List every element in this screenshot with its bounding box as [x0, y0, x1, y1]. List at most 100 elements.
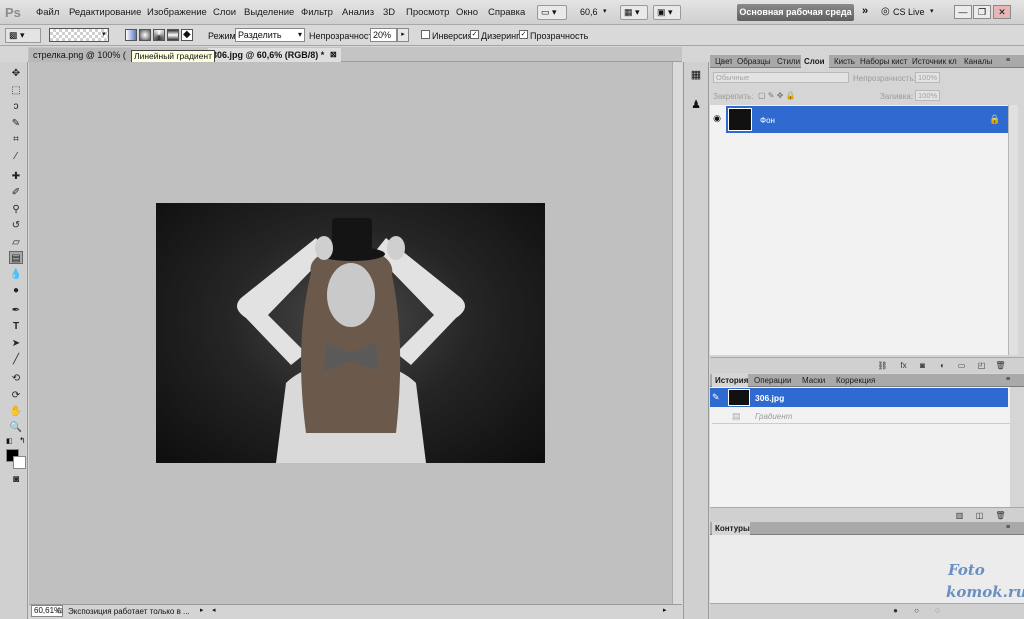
crop-tool-icon[interactable]: ⌗: [9, 133, 23, 146]
gradient-tool-icon[interactable]: ▤: [9, 251, 23, 264]
restore-button[interactable]: ❐: [973, 5, 991, 19]
zoom-tool-icon[interactable]: 🔍: [9, 421, 23, 434]
trash-icon[interactable]: 🗑: [995, 361, 1006, 371]
hscroll-right-icon[interactable]: ▸: [663, 606, 667, 614]
menu-edit[interactable]: Редактирование: [69, 7, 141, 18]
move-tool-icon[interactable]: ✥: [9, 67, 23, 80]
status-arrow-icon[interactable]: ▸: [200, 606, 204, 614]
link-icon[interactable]: ⛓: [877, 361, 888, 371]
layers-scrollbar[interactable]: [1008, 105, 1018, 355]
menu-analysis[interactable]: Анализ: [342, 7, 374, 18]
lasso-tool-icon[interactable]: ↄ: [9, 100, 23, 113]
close-tab-icon[interactable]: ⊠: [330, 48, 337, 62]
pen-tool-icon[interactable]: ✒: [9, 304, 23, 317]
swap-colors-icon[interactable]: ↰: [19, 436, 26, 445]
tab-brush[interactable]: Кисть: [831, 55, 857, 68]
opacity-input[interactable]: 20%: [370, 28, 397, 42]
tab-clone-source[interactable]: Источник кл: [909, 55, 961, 68]
tab-paths[interactable]: Контуры: [712, 522, 750, 535]
gradient-swatch[interactable]: [49, 28, 109, 42]
menu-file[interactable]: Файл: [36, 7, 59, 18]
vertical-scrollbar[interactable]: [672, 62, 682, 604]
menu-image[interactable]: Изображение: [147, 7, 207, 18]
hscroll-left-icon[interactable]: ◂: [212, 606, 216, 614]
angle-gradient-button[interactable]: [153, 29, 165, 41]
menu-view[interactable]: Просмотр: [406, 7, 449, 18]
fill-path-icon[interactable]: ●: [890, 606, 901, 616]
linear-gradient-button[interactable]: [125, 29, 137, 41]
menu-select[interactable]: Выделение: [244, 7, 294, 18]
marquee-tool-icon[interactable]: ⬚: [9, 84, 23, 97]
line-tool-icon[interactable]: ╱: [9, 353, 23, 366]
lock-icons[interactable]: ▢ ✎ ✥ 🔒: [758, 91, 796, 100]
3d-orbit-tool-icon[interactable]: ⟳: [9, 389, 23, 402]
reflected-gradient-button[interactable]: [167, 29, 179, 41]
stroke-path-icon[interactable]: ○: [911, 606, 922, 616]
gradient-dropdown-icon[interactable]: ▾: [102, 30, 106, 38]
history-dock-icon[interactable]: ▦: [689, 68, 703, 82]
panel-menu-icon[interactable]: ≡: [1006, 57, 1010, 64]
cslive-dropdown-icon[interactable]: ▾: [930, 7, 934, 15]
quick-mask-icon[interactable]: ◙: [9, 473, 23, 486]
minimize-button[interactable]: —: [954, 5, 972, 19]
workspace-button[interactable]: Основная рабочая среда: [737, 4, 854, 21]
menu-window[interactable]: Окно: [456, 7, 478, 18]
eraser-tool-icon[interactable]: ▱: [9, 236, 23, 249]
tab-masks[interactable]: Маски: [799, 374, 829, 387]
background-color[interactable]: [13, 456, 26, 469]
history-menu-icon[interactable]: ≡: [1006, 376, 1010, 383]
menu-filter[interactable]: Фильтр: [301, 7, 333, 18]
adjustment-icon[interactable]: ◐: [937, 361, 948, 371]
tab-brush-presets[interactable]: Наборы кист: [857, 55, 909, 68]
new-layer-icon[interactable]: ◰: [976, 361, 987, 371]
inverse-checkbox[interactable]: [421, 30, 430, 39]
radial-gradient-button[interactable]: [139, 29, 151, 41]
3d-rotate-tool-icon[interactable]: ⟲: [9, 372, 23, 385]
paths-menu-icon[interactable]: ≡: [1006, 524, 1010, 531]
tab-styles[interactable]: Стили: [774, 55, 801, 68]
arrange-docs-button[interactable]: ▦ ▾: [620, 5, 648, 20]
diamond-gradient-button[interactable]: ◆: [181, 29, 193, 41]
tab-adjustments[interactable]: Коррекция: [833, 374, 881, 387]
quick-select-tool-icon[interactable]: ✎: [9, 117, 23, 130]
fx-icon[interactable]: fx: [898, 361, 909, 371]
screen-mode-button[interactable]: ▭ ▾: [537, 5, 567, 20]
new-document-icon[interactable]: ▥: [954, 511, 965, 521]
cslive-button[interactable]: CS Live: [893, 7, 925, 17]
folder-icon[interactable]: ▭: [956, 361, 967, 371]
healing-brush-tool-icon[interactable]: ✚: [9, 170, 23, 183]
zoom-level[interactable]: 60,6: [580, 7, 598, 17]
type-tool-icon[interactable]: T: [9, 320, 23, 333]
opacity-slider-arrow[interactable]: ▸: [397, 28, 409, 42]
double-chevron-icon[interactable]: »: [862, 5, 868, 17]
mode-select[interactable]: Разделить ▾: [235, 28, 305, 42]
tab-swatches[interactable]: Образцы: [734, 55, 774, 68]
blur-tool-icon[interactable]: 💧: [9, 268, 23, 281]
menu-3d[interactable]: 3D: [383, 7, 395, 18]
tab-actions[interactable]: Операции: [751, 374, 795, 387]
mask-icon[interactable]: ◙: [917, 361, 928, 371]
hand-tool-icon[interactable]: ✋: [9, 405, 23, 418]
screen-view-button[interactable]: ▣ ▾: [653, 5, 681, 20]
tab-arrow-png[interactable]: стрелка.png @ 100% (: [29, 48, 131, 62]
menu-help[interactable]: Справка: [488, 7, 525, 18]
tab-history[interactable]: История: [712, 374, 748, 387]
transparency-checkbox[interactable]: ✓: [519, 30, 528, 39]
tab-layers[interactable]: Слои: [801, 55, 829, 68]
history-brush-tool-icon[interactable]: ↺: [9, 219, 23, 232]
tab-channels[interactable]: Каналы: [961, 55, 995, 68]
tool-preset-picker[interactable]: ▩ ▾: [5, 28, 41, 43]
brush-tool-icon[interactable]: ✐: [9, 186, 23, 199]
fill-input[interactable]: 100%: [915, 90, 940, 101]
load-selection-icon[interactable]: ◌: [932, 606, 943, 616]
trash-icon[interactable]: 🗑: [995, 511, 1006, 521]
menu-layers[interactable]: Слои: [213, 7, 236, 18]
snapshot-icon[interactable]: ◫: [974, 511, 985, 521]
tab-306-jpg[interactable]: 306.jpg @ 60,6% (RGB/8) * ⊠: [208, 48, 341, 62]
path-select-tool-icon[interactable]: ➤: [9, 337, 23, 350]
layer-opacity-input[interactable]: 100%: [915, 72, 940, 83]
blend-mode-select[interactable]: Обычные: [713, 72, 849, 83]
document-image[interactable]: [156, 203, 545, 463]
tab-color[interactable]: Цвет: [712, 55, 732, 68]
history-brush-source-icon[interactable]: ✎: [712, 392, 720, 403]
